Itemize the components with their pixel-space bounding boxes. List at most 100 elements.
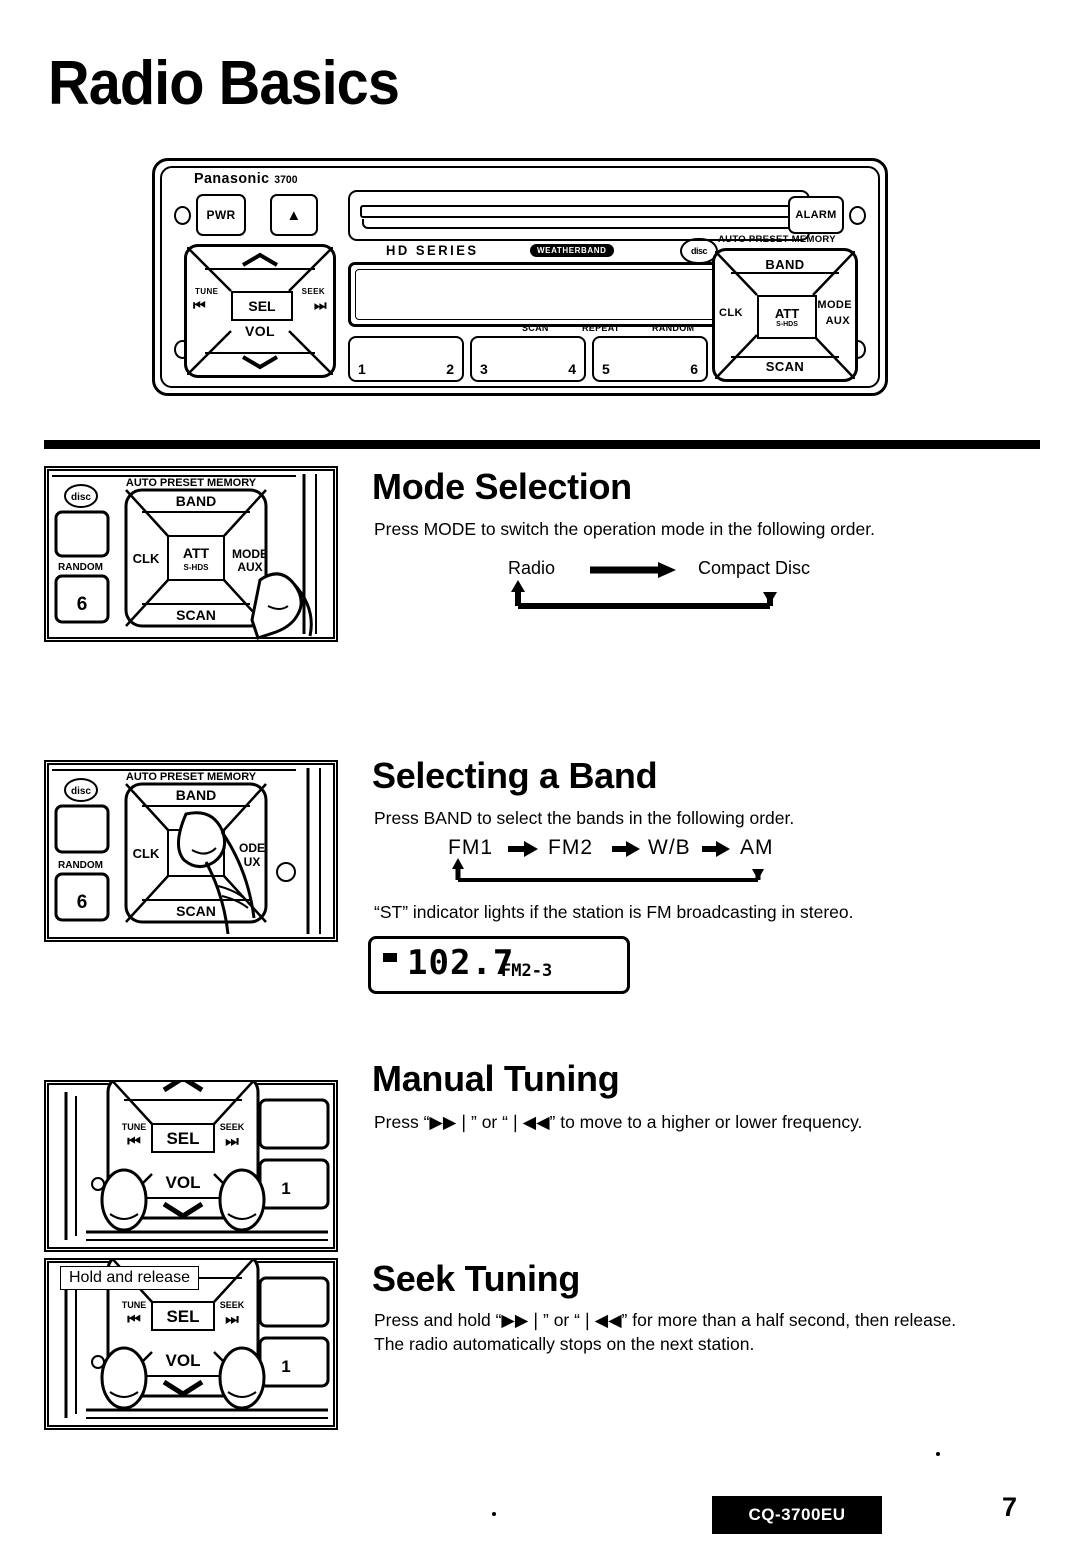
- svg-text:AUTO PRESET MEMORY: AUTO PRESET MEMORY: [126, 477, 257, 489]
- panasonic-brand-logo: Panasonic 3700: [194, 170, 298, 187]
- stereo-indicator-note: “ST” indicator lights if the station is …: [374, 902, 854, 922]
- manual-tuning-heading: Manual Tuning: [372, 1058, 620, 1099]
- preset-buttons-5-6[interactable]: 5 6: [592, 336, 708, 382]
- svg-text:AUTO PRESET MEMORY: AUTO PRESET MEMORY: [126, 771, 257, 783]
- svg-text:6: 6: [77, 594, 88, 615]
- eject-button[interactable]: ▲: [270, 194, 318, 236]
- display-frequency-value: 102.7: [407, 943, 515, 983]
- footer-dot-left: [492, 1512, 496, 1516]
- svg-text:CLK: CLK: [133, 551, 160, 566]
- brand-name: Panasonic: [194, 170, 270, 187]
- mode-selection-drawing: disc 6 RANDOM AUTO PRESET MEMORY BAND SC…: [47, 469, 335, 640]
- mode-selection-illustration: disc 6 RANDOM AUTO PRESET MEMORY BAND SC…: [44, 466, 338, 642]
- unit-lcd-screen: [348, 262, 766, 327]
- svg-text:AUX: AUX: [237, 560, 262, 574]
- svg-text:RANDOM: RANDOM: [58, 860, 103, 871]
- svg-text:disc: disc: [71, 492, 91, 503]
- left-screw-hole-icon: [174, 206, 191, 225]
- att-button[interactable]: ATT S-HDS: [757, 295, 817, 339]
- preset-buttons-1-2[interactable]: 1 2: [348, 336, 464, 382]
- svg-text:SEL: SEL: [166, 1307, 199, 1326]
- seek-tuning-body-line2: The radio automatically stops on the nex…: [374, 1334, 755, 1354]
- sel-button[interactable]: SEL: [231, 291, 293, 321]
- random-function-label: RANDOM: [652, 323, 695, 333]
- scan-button-label[interactable]: SCAN: [715, 359, 855, 374]
- header-divider: [44, 440, 1040, 449]
- vol-label: VOL: [245, 323, 275, 339]
- seek-tuning-illustration: SEL VOL TUNE ⏮ SEEK ⏭ 1 Hold and release: [44, 1258, 338, 1430]
- right-control-pad[interactable]: ATT S-HDS BAND SCAN CLK MODE AUX: [712, 248, 858, 382]
- svg-text:CLK: CLK: [133, 846, 160, 861]
- preset-label-6: 6: [690, 361, 698, 377]
- seek-forward-icon[interactable]: ⏭: [314, 297, 327, 314]
- stereo-indicator-icon: [383, 953, 397, 962]
- head-unit-illustration: Panasonic 3700 PWR ▲ ALARM HD SERIES WEAT…: [152, 158, 888, 396]
- band-button-label[interactable]: BAND: [715, 257, 855, 272]
- svg-text:⏭: ⏭: [225, 1310, 239, 1328]
- clk-button-label[interactable]: CLK: [719, 307, 743, 319]
- selecting-band-illustration: disc 6 RANDOM AUTO PRESET MEMORY BAND SC…: [44, 760, 338, 942]
- svg-text:SEEK: SEEK: [220, 1300, 245, 1310]
- hold-and-release-callout: Hold and release: [60, 1266, 199, 1290]
- seek-tuning-heading: Seek Tuning: [372, 1258, 581, 1299]
- mode-flow-diagram: Radio Compact Disc: [500, 558, 880, 610]
- band-flow-diagram: FM1 FM2 W/B AM: [440, 836, 840, 886]
- svg-text:ATT: ATT: [183, 545, 210, 561]
- svg-text:SCAN: SCAN: [176, 607, 216, 623]
- frequency-display-illustration: 102.7 FM2-3: [368, 936, 630, 994]
- svg-text:BAND: BAND: [176, 493, 216, 509]
- selecting-band-drawing: disc 6 RANDOM AUTO PRESET MEMORY BAND SC…: [47, 763, 335, 939]
- aux-button-label[interactable]: AUX: [826, 315, 850, 327]
- selecting-band-heading: Selecting a Band: [372, 755, 658, 796]
- selecting-band-body: Press BAND to select the bands in the fo…: [374, 808, 795, 828]
- brand-model-number: 3700: [274, 174, 298, 186]
- band-flow-arrows: [452, 841, 764, 882]
- mode-selection-body: Press MODE to switch the operation mode …: [374, 519, 875, 539]
- model-code-badge: CQ-3700EU: [712, 1496, 882, 1534]
- s-hds-label: S-HDS: [776, 321, 798, 328]
- left-control-pad[interactable]: SEL TUNE ⏮ SEEK ⏭ VOL: [184, 244, 336, 378]
- auto-preset-memory-label: AUTO PRESET MEMORY: [718, 234, 836, 245]
- manual-tuning-drawing: SEL VOL TUNE ⏮ SEEK ⏭ 1: [47, 1082, 335, 1249]
- display-band-value: FM2-3: [501, 961, 553, 981]
- preset-label-3: 3: [480, 361, 488, 377]
- svg-text:TUNE: TUNE: [122, 1300, 147, 1310]
- preset-buttons-3-4[interactable]: 3 4: [470, 336, 586, 382]
- page-number: 7: [1002, 1492, 1018, 1522]
- seek-tuning-body-line1: Press and hold “▶▶❘” or “❘◀◀” for more t…: [374, 1310, 957, 1330]
- preset-label-1: 1: [358, 361, 366, 377]
- svg-text:6: 6: [77, 892, 88, 913]
- svg-text:VOL: VOL: [166, 1351, 201, 1370]
- svg-text:1: 1: [281, 1357, 290, 1376]
- svg-text:1: 1: [281, 1179, 290, 1198]
- footer-dot-right: [936, 1452, 940, 1456]
- preset-label-2: 2: [446, 361, 454, 377]
- hd-series-label: HD SERIES: [386, 242, 479, 259]
- mode-flow-arrows: [511, 562, 777, 609]
- svg-text:S-HDS: S-HDS: [184, 563, 210, 572]
- manual-tuning-illustration: SEL VOL TUNE ⏮ SEEK ⏭ 1: [44, 1080, 338, 1252]
- power-button[interactable]: PWR: [196, 194, 246, 236]
- seek-label: SEEK: [301, 287, 325, 296]
- manual-tuning-body: Press “▶▶❘” or “❘◀◀” to move to a higher…: [374, 1112, 863, 1132]
- svg-text:MODE: MODE: [232, 547, 268, 561]
- mode-button-label[interactable]: MODE: [817, 299, 852, 311]
- svg-text:⏮: ⏮: [127, 1310, 141, 1328]
- tune-back-icon[interactable]: ⏮: [193, 297, 206, 314]
- preset-label-5: 5: [602, 361, 610, 377]
- svg-text:⏭: ⏭: [225, 1132, 239, 1150]
- repeat-function-label: REPEAT: [582, 323, 620, 333]
- svg-text:RANDOM: RANDOM: [58, 562, 103, 573]
- page-title: Radio Basics: [48, 49, 400, 118]
- svg-text:UX: UX: [244, 855, 261, 869]
- right-screw-hole-icon: [849, 206, 866, 225]
- weatherband-badge: WEATHERBAND: [530, 244, 614, 257]
- scan-function-label: SCAN: [522, 323, 549, 333]
- svg-text:VOL: VOL: [166, 1173, 201, 1192]
- preset-label-4: 4: [568, 361, 576, 377]
- svg-text:SCAN: SCAN: [176, 903, 216, 919]
- svg-text:BAND: BAND: [176, 787, 216, 803]
- manual-page: Radio Basics Panasonic 3700 PWR ▲ ALARM H…: [0, 0, 1080, 1543]
- alarm-button[interactable]: ALARM: [788, 196, 844, 234]
- svg-text:SEEK: SEEK: [220, 1122, 245, 1132]
